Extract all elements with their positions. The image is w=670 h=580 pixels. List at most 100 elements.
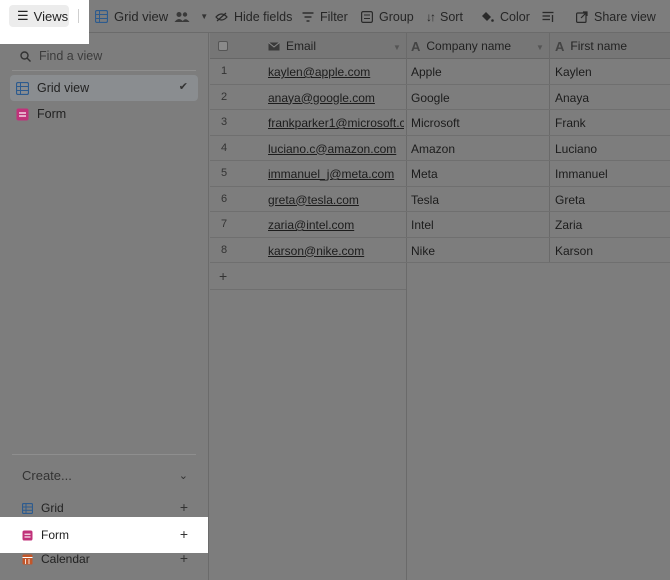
- chevron-down-icon: ⌄: [178, 469, 188, 482]
- company-cell[interactable]: Intel: [411, 218, 434, 232]
- email-cell[interactable]: immanuel_j@meta.com: [268, 167, 404, 181]
- row-number: 6: [221, 192, 228, 205]
- filter-label: Filter: [320, 9, 348, 24]
- hide-fields-button[interactable]: Hide fields: [215, 0, 292, 33]
- share-view-button[interactable]: Share view: [576, 0, 656, 33]
- sort-icon: ↓↑: [426, 9, 436, 24]
- company-cell[interactable]: Tesla: [411, 193, 439, 207]
- views-sidebar: Find a view Grid view ✔ Form Create... ⌄…: [0, 33, 209, 580]
- email-cell[interactable]: luciano.c@amazon.com: [268, 142, 404, 156]
- menu-icon: ☰: [17, 8, 29, 23]
- view-item-form[interactable]: Form: [10, 101, 198, 127]
- view-item-label: Form: [37, 107, 67, 121]
- create-item-label: Form: [41, 528, 69, 542]
- grid-header: Email ▼ A Company name ▼ A First name: [210, 33, 670, 59]
- row-number: 2: [221, 90, 228, 103]
- email-cell[interactable]: kaylen@apple.com: [268, 65, 404, 79]
- create-label: Create...: [22, 467, 72, 483]
- column-header-first-name[interactable]: A First name: [555, 33, 627, 59]
- table-row[interactable]: 3 frankparker1@microsoft.c... Microsoft Fra…: [210, 110, 670, 136]
- email-cell[interactable]: zaria@intel.com: [268, 218, 404, 232]
- table-row[interactable]: 1 kaylen@apple.com Apple Kaylen: [210, 59, 670, 85]
- email-cell[interactable]: greta@tesla.com: [268, 193, 404, 207]
- form-highlight: Form +: [0, 517, 208, 553]
- table-row[interactable]: 2 anaya@google.com Google Anaya: [210, 85, 670, 110]
- company-cell[interactable]: Microsoft: [411, 116, 460, 130]
- grid-icon: [16, 81, 29, 95]
- group-label: Group: [379, 9, 414, 24]
- table-row[interactable]: 5 immanuel_j@meta.com Meta Immanuel: [210, 161, 670, 187]
- views-button[interactable]: ☰ Views: [9, 5, 69, 27]
- company-cell[interactable]: Google: [411, 91, 450, 105]
- share-icon: [576, 10, 588, 23]
- text-field-icon: A: [411, 38, 421, 54]
- column-header-label: First name: [570, 39, 628, 53]
- calendar-icon: [22, 554, 33, 564]
- row-height-icon: [542, 11, 554, 22]
- first-name-cell[interactable]: Zaria: [555, 218, 582, 232]
- plus-icon: +: [179, 526, 188, 542]
- first-name-cell[interactable]: Anaya: [555, 91, 589, 105]
- table-row[interactable]: 7 zaria@intel.com Intel Zaria: [210, 212, 670, 238]
- find-view-input[interactable]: Find a view: [20, 45, 196, 67]
- email-cell[interactable]: karson@nike.com: [268, 244, 404, 258]
- sort-label: Sort: [440, 9, 463, 24]
- first-name-cell[interactable]: Luciano: [555, 142, 597, 156]
- column-header-company-name[interactable]: A Company name: [411, 33, 511, 59]
- email-cell[interactable]: frankparker1@microsoft.c...: [268, 116, 404, 130]
- view-item-label: Grid view: [37, 81, 90, 95]
- column-header-label: Email: [286, 39, 317, 53]
- envelope-icon: [268, 41, 280, 50]
- row-number: 7: [221, 218, 228, 230]
- grid-icon: [22, 502, 33, 514]
- table-row[interactable]: 8 karson@nike.com Nike Karson: [210, 238, 670, 263]
- view-item-grid-view[interactable]: Grid view ✔: [10, 75, 198, 101]
- email-cell[interactable]: anaya@google.com: [268, 91, 404, 105]
- table-row[interactable]: 4 luciano.c@amazon.com Amazon Luciano: [210, 136, 670, 161]
- first-name-cell[interactable]: Kaylen: [555, 65, 592, 79]
- row-number: 5: [221, 167, 228, 179]
- divider: [12, 70, 196, 71]
- views-highlight: ☰ Views: [0, 0, 89, 44]
- column-header-email[interactable]: Email: [268, 33, 316, 59]
- toolbar-divider: [78, 9, 79, 23]
- sort-button[interactable]: ↓↑ Sort: [426, 0, 463, 33]
- search-icon: [20, 50, 31, 62]
- divider: [12, 454, 196, 455]
- chevron-down-icon[interactable]: ▼: [200, 12, 208, 21]
- table-row[interactable]: 6 greta@tesla.com Tesla Greta: [210, 187, 670, 212]
- data-grid: Email ▼ A Company name ▼ A First name 1 k…: [210, 33, 670, 580]
- first-name-cell[interactable]: Karson: [555, 244, 593, 258]
- chevron-down-icon[interactable]: ▼: [536, 43, 544, 52]
- paint-bucket-icon: [482, 11, 494, 22]
- color-button[interactable]: Color: [481, 0, 530, 33]
- form-icon: [22, 530, 33, 540]
- row-height-button[interactable]: [542, 0, 554, 33]
- company-cell[interactable]: Apple: [411, 65, 442, 79]
- company-cell[interactable]: Amazon: [411, 142, 455, 156]
- create-grid-button[interactable]: Grid +: [22, 497, 188, 519]
- chevron-down-icon[interactable]: ▼: [393, 43, 401, 52]
- hide-fields-label: Hide fields: [234, 9, 293, 24]
- create-form-button[interactable]: Form +: [22, 524, 188, 546]
- first-name-cell[interactable]: Frank: [555, 116, 586, 130]
- company-cell[interactable]: Meta: [411, 167, 438, 181]
- company-cell[interactable]: Nike: [411, 244, 435, 258]
- create-item-label: Grid: [41, 501, 64, 515]
- filter-button[interactable]: Filter: [302, 0, 348, 33]
- group-icon: [361, 10, 373, 23]
- row-number: 3: [221, 116, 228, 128]
- views-label: Views: [33, 8, 69, 24]
- people-icon: [174, 11, 190, 22]
- text-field-icon: A: [555, 38, 565, 54]
- add-row-divider: [210, 289, 406, 290]
- select-all-checkbox[interactable]: [218, 41, 228, 51]
- view-name: Grid view: [114, 9, 169, 24]
- first-name-cell[interactable]: Immanuel: [555, 167, 608, 181]
- first-name-cell[interactable]: Greta: [555, 193, 585, 207]
- group-button[interactable]: Group: [361, 0, 414, 33]
- view-switcher[interactable]: Grid view ▼: [95, 0, 208, 33]
- add-row-button[interactable]: +: [219, 268, 227, 284]
- create-view-toggle[interactable]: Create... ⌄: [22, 465, 188, 485]
- grid-icon: [95, 10, 108, 23]
